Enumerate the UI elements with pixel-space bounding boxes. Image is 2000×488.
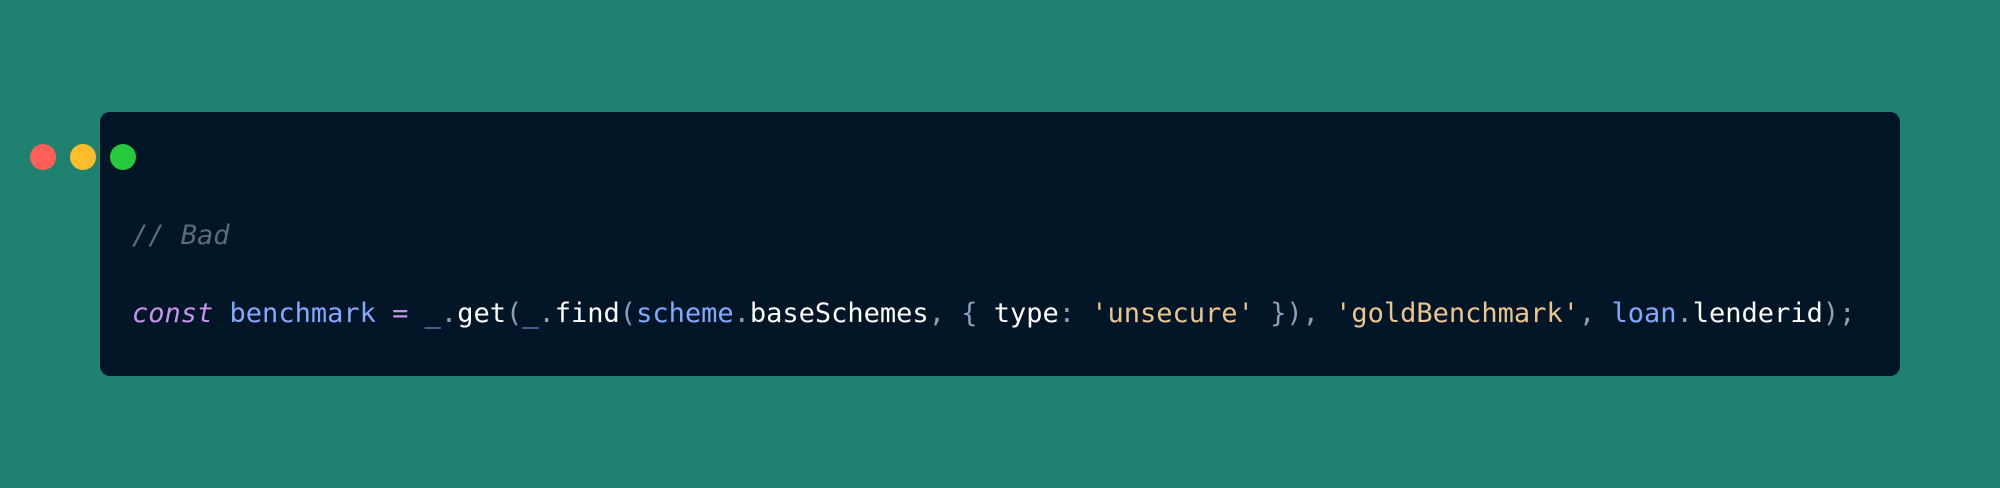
function-find: find bbox=[554, 298, 620, 329]
punctuation-dot: . bbox=[733, 298, 750, 329]
string-goldbenchmark: 'goldBenchmark' bbox=[1335, 298, 1579, 329]
variable-benchmark: benchmark bbox=[229, 298, 376, 329]
maximize-dot-icon[interactable] bbox=[110, 144, 136, 170]
punctuation-comma: , bbox=[1302, 298, 1336, 329]
identifier-scheme: scheme bbox=[636, 298, 734, 329]
punctuation-colon: : bbox=[1058, 298, 1092, 329]
punctuation-paren: ( bbox=[619, 298, 637, 329]
close-dot-icon[interactable] bbox=[30, 144, 56, 170]
punctuation-end: ); bbox=[1822, 298, 1856, 329]
punctuation-dot: . bbox=[538, 298, 555, 329]
identifier-underscore: _ bbox=[424, 298, 441, 329]
punctuation-brace: { bbox=[961, 298, 994, 329]
punctuation-dot: . bbox=[1676, 298, 1693, 329]
string-unsecure: 'unsecure' bbox=[1091, 298, 1254, 329]
identifier-loan: loan bbox=[1611, 298, 1677, 329]
punctuation-comma: , bbox=[1578, 298, 1612, 329]
punctuation-dot: . bbox=[440, 298, 458, 329]
code-window bbox=[100, 112, 1900, 376]
punctuation-comma: , bbox=[928, 298, 962, 329]
property-type: type bbox=[993, 298, 1059, 329]
identifier-underscore: _ bbox=[522, 298, 539, 329]
property-lenderid: lenderid bbox=[1692, 298, 1823, 329]
property-baseschemes: baseSchemes bbox=[749, 298, 929, 329]
code-comment: // Bad bbox=[132, 220, 230, 251]
function-get: get bbox=[457, 298, 506, 329]
punctuation-close: }) bbox=[1253, 298, 1303, 329]
keyword-const: const bbox=[132, 298, 214, 329]
operator-assign: = bbox=[392, 298, 409, 329]
minimize-dot-icon[interactable] bbox=[70, 144, 96, 170]
code-line: const benchmark = _.get(_.find(scheme.ba… bbox=[132, 298, 1855, 329]
punctuation-paren: ( bbox=[505, 298, 523, 329]
